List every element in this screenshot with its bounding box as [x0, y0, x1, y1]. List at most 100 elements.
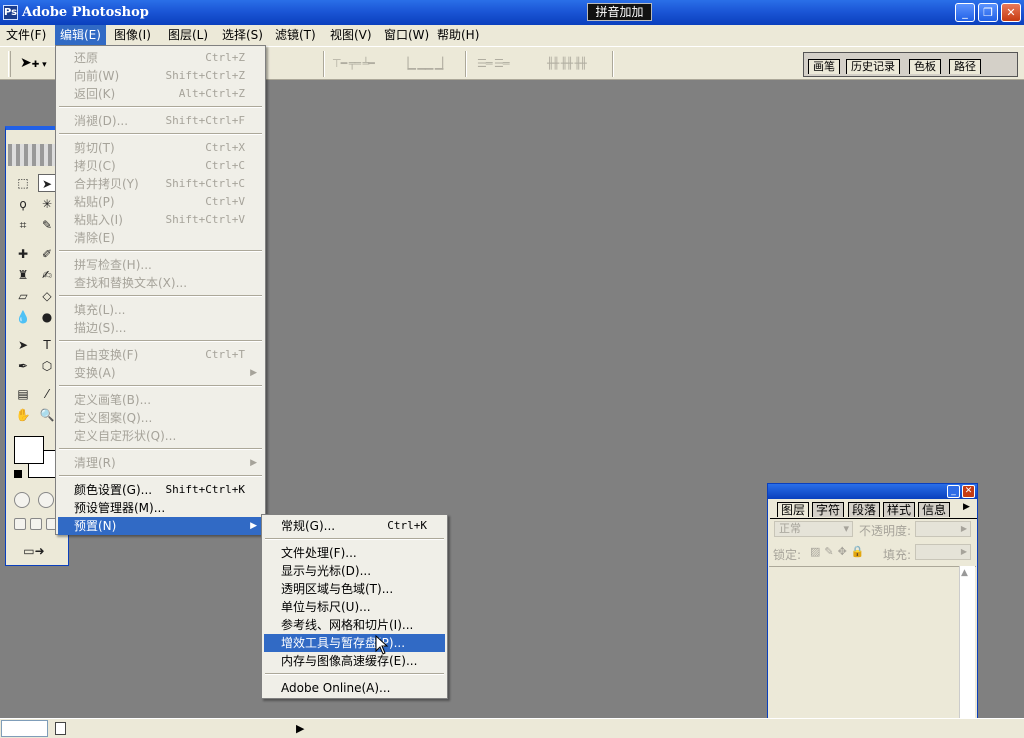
menu-layer[interactable]: 图层(L) [163, 25, 213, 46]
menu-item-step-backward[interactable]: 返回(K) Alt+Ctrl+Z [58, 85, 263, 103]
type-tool-icon[interactable]: T [38, 336, 56, 354]
tab-brushes[interactable]: 画笔 [808, 59, 840, 74]
lasso-tool-icon[interactable]: ϙ [14, 195, 32, 213]
eraser-tool-icon[interactable]: ▱ [14, 287, 32, 305]
paint-bucket-tool-icon[interactable]: ◇ [38, 287, 56, 305]
menu-item-paste[interactable]: 粘贴(P) Ctrl+V [58, 193, 263, 211]
pen-tool-icon[interactable]: ✒ [14, 357, 32, 375]
menu-item-fade[interactable]: 消褪(D)... Shift+Ctrl+F [58, 112, 263, 130]
distribute-left-icons[interactable]: ╫╫ ╫╫ ╫╫ [547, 57, 587, 71]
clone-stamp-tool-icon[interactable]: ♜ [14, 266, 32, 284]
menu-item-define-brush[interactable]: 定义画笔(B)... [58, 391, 263, 409]
menu-item-check-spelling[interactable]: 拼写检查(H)... [58, 256, 263, 274]
menu-item-units-rulers[interactable]: 单位与标尺(U)... [264, 598, 445, 616]
menu-item-preset-manager[interactable]: 预设管理器(M)... [58, 499, 263, 517]
menu-item-cut[interactable]: 剪切(T) Ctrl+X [58, 139, 263, 157]
menu-item-guides-grid-slices[interactable]: 参考线、网格和切片(I)... [264, 616, 445, 634]
magic-wand-tool-icon[interactable]: ✳ [38, 195, 56, 213]
menu-item-fill[interactable]: 填充(L)... [58, 301, 263, 319]
menu-file[interactable]: 文件(F) [1, 25, 51, 46]
zoom-field[interactable] [1, 720, 48, 737]
layers-scrollbar[interactable]: ▲ [959, 566, 975, 738]
menu-help[interactable]: 帮助(H) [432, 25, 484, 46]
history-brush-tool-icon[interactable]: ✍ [38, 266, 56, 284]
menu-edit[interactable]: 编辑(E) [55, 25, 106, 46]
menu-item-plugins-scratch-disks[interactable]: 增效工具与暂存盘(P)... [264, 634, 445, 652]
menu-item-preferences[interactable]: 预置(N) ▶ [58, 517, 263, 535]
move-tool-icon[interactable]: ➤ [38, 174, 56, 192]
menu-window[interactable]: 窗口(W) [379, 25, 434, 46]
screen-mode-standard-icon[interactable] [14, 518, 26, 530]
panel-minimize-button[interactable]: _ [947, 485, 960, 498]
status-menu-arrow-icon[interactable]: ▶ [296, 722, 304, 735]
tab-info[interactable]: 信息 [918, 502, 951, 517]
menu-item-find-replace[interactable]: 查找和替换文本(X)... [58, 274, 263, 292]
menu-item-define-custom-shape[interactable]: 定义自定形状(Q)... [58, 427, 263, 445]
ime-indicator[interactable]: 拼音加加 [587, 3, 652, 21]
menu-item-file-handling[interactable]: 文件处理(F)... [264, 544, 445, 562]
default-colors-icon[interactable] [14, 470, 22, 478]
menu-item-copy-merged[interactable]: 合并拷贝(Y) Shift+Ctrl+C [58, 175, 263, 193]
hand-tool-icon[interactable]: ✋ [14, 406, 32, 424]
tab-layers[interactable]: 图层 [777, 502, 810, 517]
minimize-button[interactable]: _ [955, 3, 975, 22]
document-icon[interactable] [55, 722, 66, 735]
menu-item-stroke[interactable]: 描边(S)... [58, 319, 263, 337]
foreground-color-swatch[interactable] [14, 436, 44, 464]
move-tool-icon[interactable]: ➤✚ ▾ [20, 55, 47, 71]
jump-to-imageready-icon[interactable]: ▭➜ [14, 542, 54, 560]
menu-item-general[interactable]: 常规(G)... Ctrl+K [264, 517, 445, 535]
tab-styles[interactable]: 样式 [883, 502, 916, 517]
path-selection-tool-icon[interactable]: ➤ [14, 336, 32, 354]
menu-item-define-pattern[interactable]: 定义图案(Q)... [58, 409, 263, 427]
menu-item-clear[interactable]: 清除(E) [58, 229, 263, 247]
marquee-tool-icon[interactable]: ⬚ [14, 174, 32, 192]
menu-item-adobe-online[interactable]: Adobe Online(A)... [264, 679, 445, 697]
blend-mode-select[interactable]: 正常 ▾ [774, 521, 853, 537]
layers-panel-titlebar[interactable]: _ ✕ [768, 484, 977, 499]
notes-tool-icon[interactable]: ▤ [14, 385, 32, 403]
shape-tool-icon[interactable]: ⬡ [38, 357, 56, 375]
crop-tool-icon[interactable]: ⌗ [14, 216, 32, 234]
align-left-icons[interactable]: ▕▁ ▁▁ ▁▏ [400, 57, 451, 71]
menu-item-display-cursors[interactable]: 显示与光标(D)... [264, 562, 445, 580]
quick-mask-mode-icon[interactable] [38, 492, 54, 508]
distribute-top-icons[interactable]: ☰═ ☰═ [477, 57, 509, 71]
tab-history[interactable]: 历史记录 [846, 59, 900, 74]
screen-mode-fullmenu-icon[interactable] [30, 518, 42, 530]
tab-character[interactable]: 字符 [812, 502, 845, 517]
menu-item-memory-cache[interactable]: 内存与图像高速缓存(E)... [264, 652, 445, 670]
menu-filter[interactable]: 滤镜(T) [270, 25, 321, 46]
align-top-icons[interactable]: ⊤━ ╤═ ╧━ [332, 57, 375, 71]
scroll-up-icon[interactable]: ▲ [961, 568, 968, 578]
options-grip[interactable] [8, 51, 11, 77]
zoom-tool-icon[interactable]: 🔍 [38, 406, 56, 424]
menu-item-free-transform[interactable]: 自由变换(F) Ctrl+T [58, 346, 263, 364]
menu-item-transform[interactable]: 变换(A) ▶ [58, 364, 263, 382]
brush-tool-icon[interactable]: ✐ [38, 245, 56, 263]
layers-list[interactable] [769, 566, 976, 738]
menu-item-undo[interactable]: 还原 Ctrl+Z [58, 49, 263, 67]
slice-tool-icon[interactable]: ✎ [38, 216, 56, 234]
menu-item-step-forward[interactable]: 向前(W) Shift+Ctrl+Z [58, 67, 263, 85]
fill-field[interactable]: ▶ [915, 544, 971, 560]
tab-swatches[interactable]: 色板 [909, 59, 941, 74]
opacity-field[interactable]: ▶ [915, 521, 971, 537]
dodge-tool-icon[interactable]: ● [38, 308, 56, 326]
tab-paths[interactable]: 路径 [949, 59, 981, 74]
menu-item-color-settings[interactable]: 颜色设置(G)... Shift+Ctrl+K [58, 481, 263, 499]
photoshop-icon[interactable]: Ps [3, 5, 18, 20]
menu-select[interactable]: 选择(S) [217, 25, 268, 46]
menu-item-copy[interactable]: 拷贝(C) Ctrl+C [58, 157, 263, 175]
menu-view[interactable]: 视图(V) [325, 25, 377, 46]
standard-mode-icon[interactable] [14, 492, 30, 508]
panel-close-button[interactable]: ✕ [962, 485, 975, 498]
menu-item-transparency-gamut[interactable]: 透明区域与色域(T)... [264, 580, 445, 598]
menu-image[interactable]: 图像(I) [109, 25, 156, 46]
eyedropper-tool-icon[interactable]: ⁄ [38, 385, 56, 403]
tab-paragraph[interactable]: 段落 [848, 502, 881, 517]
lock-options-icons[interactable]: ▨✎✥🔒 [810, 545, 869, 558]
restore-button[interactable]: ❐ [978, 3, 998, 22]
menu-item-purge[interactable]: 清理(R) ▶ [58, 454, 263, 472]
healing-brush-tool-icon[interactable]: ✚ [14, 245, 32, 263]
